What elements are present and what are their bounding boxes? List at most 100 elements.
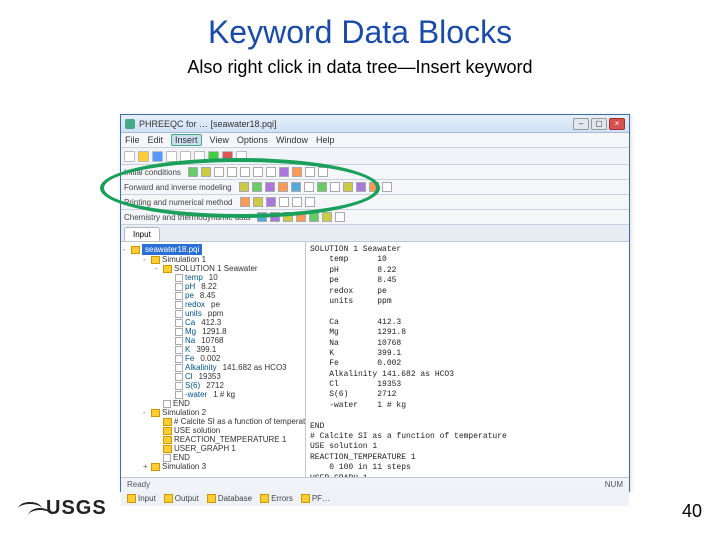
tool-icon[interactable] (382, 182, 392, 192)
tool-icon[interactable] (279, 167, 289, 177)
tool-icon[interactable] (292, 167, 302, 177)
tool-icon[interactable] (240, 197, 250, 207)
toolbar-save-icon[interactable] (152, 151, 163, 162)
menubar: File Edit Insert View Options Window Help (121, 133, 629, 148)
tree-node[interactable]: pH8.22 (123, 282, 303, 291)
toolbar-help-icon[interactable] (236, 151, 247, 162)
titlebar: PHREEQC for … [seawater18.pqi] – ▢ × (121, 115, 629, 133)
tree-node[interactable]: -water1 # kg (123, 390, 303, 399)
tool-icon[interactable] (305, 197, 315, 207)
tree-node[interactable]: # Calcite SI as a function of temperatur… (123, 417, 303, 426)
close-button[interactable]: × (609, 118, 625, 130)
tree-node[interactable]: REACTION_TEMPERATURE 1 (123, 435, 303, 444)
menu-insert[interactable]: Insert (171, 134, 202, 146)
tool-icon[interactable] (343, 182, 353, 192)
bottom-tab-errors[interactable]: Errors (260, 494, 293, 503)
tree-node[interactable]: Mg1291.8 (123, 327, 303, 336)
tree-node[interactable]: unitsppm (123, 309, 303, 318)
editor-content[interactable]: SOLUTION 1 Seawater temp 10 pH 8.22 pe 8… (306, 242, 629, 490)
bottom-tab-input[interactable]: Input (127, 494, 156, 503)
tool-icon[interactable] (296, 212, 306, 222)
tree-node[interactable]: Fe0.002 (123, 354, 303, 363)
bottom-tab-database[interactable]: Database (207, 494, 252, 503)
tree-root[interactable]: -seawater18.pqi (123, 244, 303, 255)
tool-icon[interactable] (279, 197, 289, 207)
tool-icon[interactable] (201, 167, 211, 177)
tool-icon[interactable] (369, 182, 379, 192)
menu-options[interactable]: Options (237, 135, 268, 145)
page-number: 40 (682, 501, 702, 522)
tool-icon[interactable] (283, 212, 293, 222)
minimize-button[interactable]: – (573, 118, 589, 130)
tree-node[interactable]: USER_GRAPH 1 (123, 444, 303, 453)
tool-icon[interactable] (227, 167, 237, 177)
toolbar-open-icon[interactable] (138, 151, 149, 162)
toolbar-copy-icon[interactable] (180, 151, 191, 162)
tool-icon[interactable] (305, 167, 315, 177)
tree-node[interactable]: END (123, 399, 303, 408)
toolbar-cut-icon[interactable] (166, 151, 177, 162)
tool-icon[interactable] (335, 212, 345, 222)
document-tabbar: Input (121, 225, 629, 242)
tab-input[interactable]: Input (124, 227, 160, 241)
menu-edit[interactable]: Edit (148, 135, 164, 145)
tree-node[interactable]: Na10768 (123, 336, 303, 345)
toolrow-label: Printing and numerical method (124, 198, 233, 207)
tool-icon[interactable] (188, 167, 198, 177)
tool-icon[interactable] (214, 167, 224, 177)
toolbar-new-icon[interactable] (124, 151, 135, 162)
tool-icon[interactable] (330, 182, 340, 192)
toolrow: Initial conditions (121, 165, 629, 180)
tree-node[interactable]: +Simulation 3 (123, 462, 303, 471)
tree-node[interactable]: Cl19353 (123, 372, 303, 381)
tool-icon[interactable] (291, 182, 301, 192)
tool-icon[interactable] (278, 182, 288, 192)
tool-icon[interactable] (252, 182, 262, 192)
tree-node[interactable]: -SOLUTION 1 Seawater (123, 264, 303, 273)
tool-icon[interactable] (318, 167, 328, 177)
bottom-tab-output[interactable]: Output (164, 494, 199, 503)
tool-icon[interactable] (253, 197, 263, 207)
tool-icon[interactable] (270, 212, 280, 222)
tree-node[interactable]: pe8.45 (123, 291, 303, 300)
toolrow: Chemistry and thermodynamic data (121, 210, 629, 225)
tool-icon[interactable] (317, 182, 327, 192)
tool-icon[interactable] (266, 197, 276, 207)
toolrow: Forward and inverse modeling (121, 180, 629, 195)
tree-node[interactable]: Ca412.3 (123, 318, 303, 327)
data-tree[interactable]: -seawater18.pqi-Simulation 1-SOLUTION 1 … (121, 242, 306, 490)
tool-icon[interactable] (240, 167, 250, 177)
maximize-button[interactable]: ▢ (591, 118, 607, 130)
menu-help[interactable]: Help (316, 135, 335, 145)
tree-node[interactable]: S(6)2712 (123, 381, 303, 390)
tool-icon[interactable] (257, 212, 267, 222)
tool-icon[interactable] (292, 197, 302, 207)
tool-icon[interactable] (239, 182, 249, 192)
tree-node[interactable]: END (123, 453, 303, 462)
toolbar-paste-icon[interactable] (194, 151, 205, 162)
tree-node[interactable]: Alkalinity141.682 as HCO3 (123, 363, 303, 372)
toolbar-stop-icon[interactable] (222, 151, 233, 162)
tool-icon[interactable] (309, 212, 319, 222)
status-left: Ready (127, 480, 150, 489)
usgs-logo: USGS (18, 497, 107, 520)
tree-node[interactable]: temp10 (123, 273, 303, 282)
tool-icon[interactable] (266, 167, 276, 177)
bottom-tab-pf…[interactable]: PF… (301, 494, 330, 503)
slide-title: Keyword Data Blocks (0, 0, 720, 51)
menu-file[interactable]: File (125, 135, 140, 145)
app-icon (125, 119, 135, 129)
tool-icon[interactable] (304, 182, 314, 192)
tool-icon[interactable] (356, 182, 366, 192)
tree-node[interactable]: -Simulation 1 (123, 255, 303, 264)
tool-icon[interactable] (253, 167, 263, 177)
toolbar-run-icon[interactable] (208, 151, 219, 162)
tree-node[interactable]: -Simulation 2 (123, 408, 303, 417)
tree-node[interactable]: USE solution (123, 426, 303, 435)
tree-node[interactable]: redoxpe (123, 300, 303, 309)
tool-icon[interactable] (322, 212, 332, 222)
menu-window[interactable]: Window (276, 135, 308, 145)
tree-node[interactable]: K399.1 (123, 345, 303, 354)
tool-icon[interactable] (265, 182, 275, 192)
menu-view[interactable]: View (210, 135, 229, 145)
